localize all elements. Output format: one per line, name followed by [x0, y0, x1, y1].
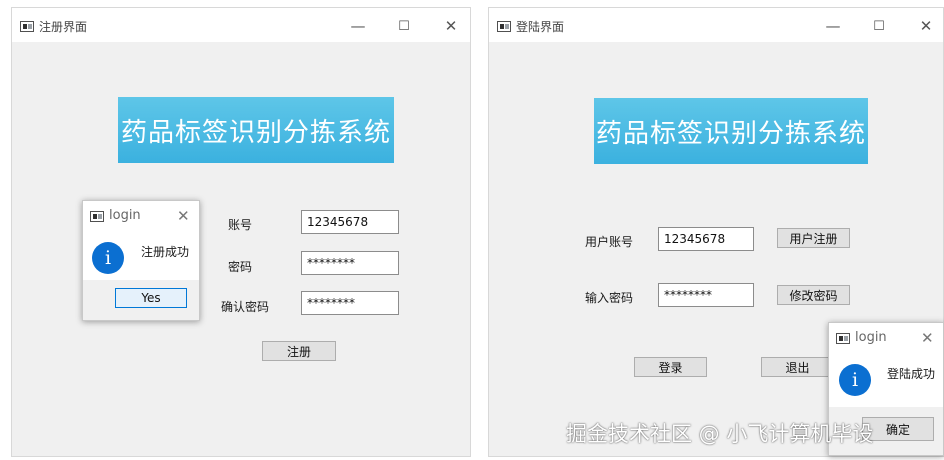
register-window-title: 注册界面: [39, 20, 88, 34]
login-titlebar: 登陆界面 — ☐ ✕: [489, 8, 943, 42]
dialog-footer: Yes: [83, 280, 199, 320]
confirm-password-field[interactable]: ********: [301, 291, 399, 315]
app-window-icon: [497, 21, 511, 32]
account-field[interactable]: 12345678: [301, 210, 399, 234]
close-icon[interactable]: ✕: [439, 14, 463, 38]
login-banner: 药品标签识别分拣系统: [594, 98, 868, 164]
yes-button[interactable]: Yes: [115, 288, 187, 308]
dialog-title: login: [109, 208, 141, 223]
login-window-title: 登陆界面: [516, 20, 565, 34]
close-icon[interactable]: ✕: [921, 329, 934, 347]
close-icon[interactable]: ✕: [177, 207, 190, 225]
login-button[interactable]: 登录: [634, 357, 707, 377]
password-field[interactable]: ********: [658, 283, 754, 307]
dialog-title: login: [855, 330, 887, 345]
register-success-dialog: login ✕ i 注册成功 Yes: [82, 200, 200, 321]
app-window-icon: [836, 333, 850, 344]
user-account-field[interactable]: 12345678: [658, 227, 754, 251]
info-icon: i: [839, 364, 871, 396]
register-banner: 药品标签识别分拣系统: [118, 97, 394, 163]
app-window-icon: [90, 211, 104, 222]
password-field[interactable]: ********: [301, 251, 399, 275]
password-label: 密码: [228, 260, 253, 274]
confirm-password-label: 确认密码: [221, 300, 270, 314]
close-icon[interactable]: ✕: [914, 14, 938, 38]
register-window: 注册界面 — ☐ ✕ 药品标签识别分拣系统 账号 12345678 密码 ***…: [12, 8, 470, 456]
user-register-button[interactable]: 用户注册: [777, 228, 850, 248]
dialog-message: 注册成功: [141, 245, 190, 259]
maximize-icon[interactable]: ☐: [867, 14, 891, 38]
maximize-icon[interactable]: ☐: [392, 14, 416, 38]
info-icon: i: [92, 242, 124, 274]
app-window-icon: [20, 21, 34, 32]
user-account-label: 用户账号: [585, 235, 634, 249]
register-titlebar: 注册界面 — ☐ ✕: [12, 8, 470, 42]
change-password-button[interactable]: 修改密码: [777, 285, 850, 305]
watermark: 掘金技术社区 @ 小飞计算机毕设: [566, 422, 874, 446]
password-label: 输入密码: [585, 291, 634, 305]
exit-button[interactable]: 退出: [761, 357, 834, 377]
minimize-icon[interactable]: —: [821, 14, 845, 38]
account-label: 账号: [228, 218, 253, 232]
dialog-message: 登陆成功: [887, 367, 936, 381]
minimize-icon[interactable]: —: [346, 14, 370, 38]
register-button[interactable]: 注册: [262, 341, 336, 361]
